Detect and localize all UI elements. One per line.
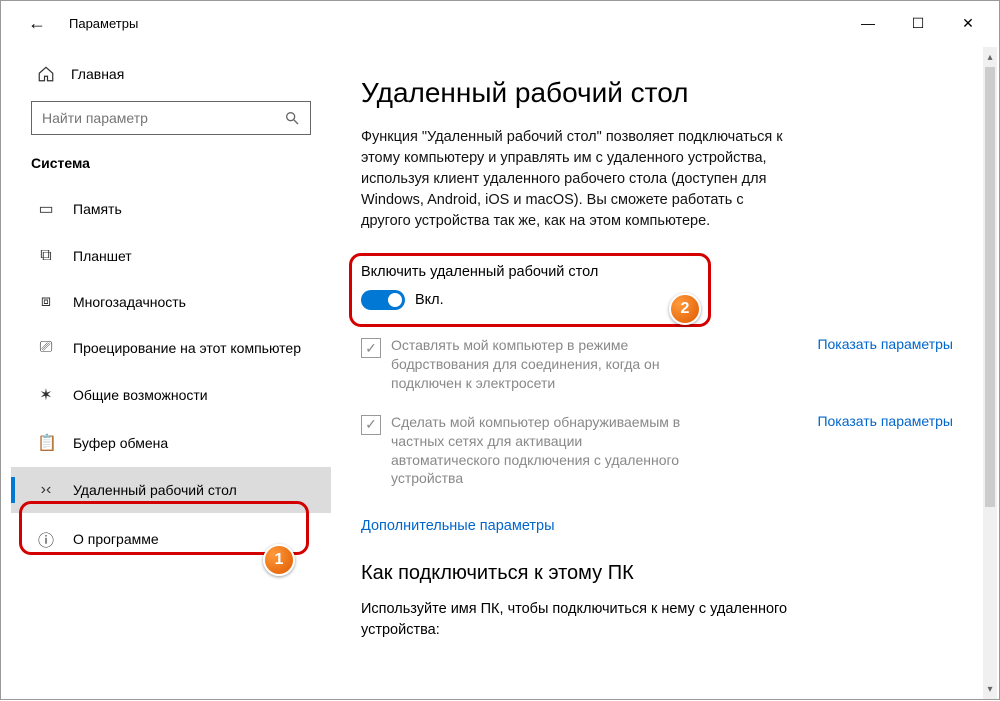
sidebar-item-label: Проецирование на этот компьютер: [73, 340, 301, 356]
search-icon: [284, 110, 300, 126]
sidebar-item-clipboard[interactable]: 📋 Буфер обмена: [11, 419, 331, 467]
show-settings-link[interactable]: Показать параметры: [817, 336, 959, 352]
sidebar-item-home[interactable]: Главная: [11, 57, 331, 91]
advanced-settings-link[interactable]: Дополнительные параметры: [361, 518, 555, 534]
sidebar-item-tablet[interactable]: ⧉ Планшет: [11, 233, 331, 279]
shared-icon: ✶: [37, 385, 55, 405]
toggle-state: Вкл.: [415, 292, 444, 308]
back-button[interactable]: ←: [21, 7, 53, 39]
show-settings-link[interactable]: Показать параметры: [817, 413, 959, 429]
sidebar-item-label: Общие возможности: [73, 387, 208, 403]
checkbox-keep-awake[interactable]: ✓: [361, 338, 381, 358]
sidebar-item-projecting[interactable]: ⎚ Проецирование на этот компьютер: [11, 325, 331, 371]
sidebar-item-label: Удаленный рабочий стол: [73, 482, 237, 498]
scrollbar-thumb[interactable]: [985, 67, 995, 507]
sidebar-item-label: Буфер обмена: [73, 435, 168, 451]
clipboard-icon: 📋: [37, 433, 55, 453]
remote-desktop-icon: ›‹: [37, 481, 55, 499]
sidebar-item-multitask[interactable]: ⧈ Многозадачность: [11, 279, 331, 325]
projecting-icon: ⎚: [37, 339, 55, 357]
titlebar: ← Параметры — ☐ ✕: [1, 1, 999, 45]
tablet-icon: ⧉: [37, 247, 55, 265]
close-button[interactable]: ✕: [945, 7, 991, 39]
checkbox-discoverable[interactable]: ✓: [361, 415, 381, 435]
page-description: Функция "Удаленный рабочий стол" позволя…: [361, 127, 791, 232]
window-title: Параметры: [69, 16, 138, 31]
sidebar-item-label: О программе: [73, 531, 159, 547]
sub-option-text: Сделать мой компьютер обнаруживаемым в ч…: [391, 413, 691, 489]
sidebar: Главная Система ▭ Память ⧉ Планшет ⧈ Мно…: [1, 45, 331, 701]
sub-option-keep-awake: ✓ Оставлять мой компьютер в режиме бодрс…: [361, 336, 959, 393]
sidebar-item-remote-desktop[interactable]: ›‹ Удаленный рабочий стол: [11, 467, 331, 513]
storage-icon: ▭: [37, 199, 55, 219]
sidebar-item-label: Планшет: [73, 248, 132, 264]
search-field[interactable]: [42, 110, 284, 126]
window-controls: — ☐ ✕: [845, 7, 991, 39]
maximize-button[interactable]: ☐: [895, 7, 941, 39]
sub-options: ✓ Оставлять мой компьютер в режиме бодрс…: [361, 336, 959, 488]
sidebar-item-label: Многозадачность: [73, 294, 186, 310]
multitask-icon: ⧈: [37, 293, 55, 311]
remote-desktop-toggle[interactable]: [361, 290, 405, 310]
page-title: Удаленный рабочий стол: [361, 77, 959, 109]
sub-option-text: Оставлять мой компьютер в режиме бодрств…: [391, 336, 691, 393]
scroll-up-arrow[interactable]: ▴: [983, 49, 997, 65]
connect-section-title: Как подключиться к этому ПК: [361, 562, 959, 585]
sidebar-category: Система: [11, 149, 331, 185]
sidebar-item-label: Главная: [71, 66, 124, 82]
home-icon: [37, 65, 55, 83]
scroll-down-arrow[interactable]: ▾: [983, 681, 997, 697]
toggle-label: Включить удаленный рабочий стол: [361, 264, 959, 280]
connect-section-desc: Используйте имя ПК, чтобы подключиться к…: [361, 599, 821, 641]
minimize-button[interactable]: —: [845, 7, 891, 39]
sidebar-item-label: Память: [73, 201, 122, 217]
content-pane: Удаленный рабочий стол Функция "Удаленны…: [331, 45, 999, 701]
info-icon: ⓘ: [37, 527, 55, 551]
sidebar-item-shared[interactable]: ✶ Общие возможности: [11, 371, 331, 419]
search-input[interactable]: [31, 101, 311, 135]
sidebar-item-memory[interactable]: ▭ Память: [11, 185, 331, 233]
sidebar-nav-list: ▭ Память ⧉ Планшет ⧈ Многозадачность ⎚ П…: [11, 185, 331, 565]
remote-desktop-toggle-section: Включить удаленный рабочий стол Вкл.: [361, 254, 959, 320]
sub-option-discoverable: ✓ Сделать мой компьютер обнаруживаемым в…: [361, 413, 959, 489]
vertical-scrollbar[interactable]: ▴ ▾: [983, 47, 997, 699]
sidebar-item-about[interactable]: ⓘ О программе: [11, 513, 331, 565]
